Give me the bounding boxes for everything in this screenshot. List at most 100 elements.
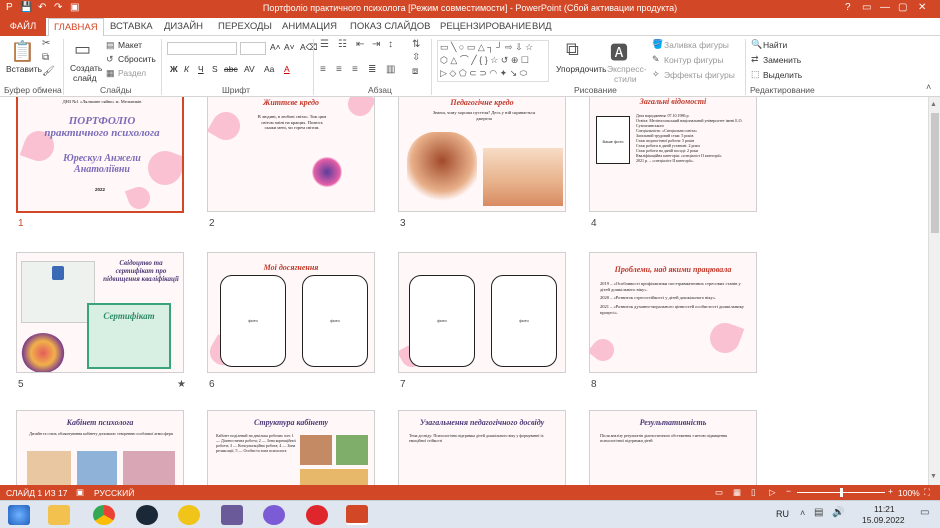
slide-thumbnail[interactable]: Свідоцтво та сертифікат про підвищення к…	[16, 252, 184, 373]
slide-thumbnail[interactable]: Педагогічне кредо Знаєш, чому хороша пус…	[398, 97, 566, 212]
slide-thumbnail[interactable]: Узагальнення педагогічного досвіду Тема …	[398, 410, 566, 485]
slide-thumbnail[interactable]: ДНЗ №1 «Ляльчине сяйво» м. Мельників ПОР…	[16, 97, 184, 213]
bullets-icon[interactable]: ☰	[320, 39, 329, 50]
scroll-up-icon[interactable]: ▲	[930, 101, 937, 108]
grow-font-icon[interactable]: A˄	[270, 42, 281, 52]
find-button[interactable]: Найти	[763, 40, 787, 50]
indent-increase-icon[interactable]: ⇥	[372, 39, 380, 50]
slide-thumbnail[interactable]: Проблеми, над якими працювала 2019 – «Ос…	[589, 252, 757, 373]
shrink-font-icon[interactable]: A˅	[284, 42, 295, 52]
zoom-slider[interactable]	[797, 488, 885, 497]
align-left-icon[interactable]: ≡	[320, 64, 326, 75]
tab-file[interactable]: ФАЙЛ	[0, 18, 46, 36]
font-name-input[interactable]	[167, 42, 237, 55]
tray-up-icon[interactable]: ˄	[800, 508, 805, 518]
cut-icon[interactable]: ✂	[42, 38, 50, 49]
select-button[interactable]: Выделить	[763, 70, 802, 80]
new-slide-button-line2[interactable]: слайд	[73, 73, 97, 83]
align-center-icon[interactable]: ≡	[336, 64, 342, 75]
input-language[interactable]: RU	[776, 509, 789, 519]
start-button-icon[interactable]	[8, 505, 30, 525]
file-explorer-icon[interactable]	[48, 505, 70, 525]
new-slide-icon[interactable]: ▭	[74, 39, 91, 60]
avast-icon[interactable]	[178, 505, 200, 525]
quick-styles-icon[interactable]: 🅰	[610, 39, 628, 65]
sorter-view-icon[interactable]: ▦	[733, 487, 741, 498]
shape-fill-button[interactable]: Заливка фигуры	[664, 40, 729, 50]
network-icon[interactable]: ▤	[814, 507, 823, 518]
slide-thumbnail[interactable]: Кабінет психолога Дизайн та стиль облашт…	[16, 410, 184, 485]
shape-outline-button[interactable]: Контур фигуры	[664, 55, 723, 65]
arrange-icon[interactable]: ⧉	[566, 39, 579, 60]
spelling-icon[interactable]: ▣	[76, 487, 84, 498]
volume-icon[interactable]: 🔊	[832, 507, 844, 518]
section-button[interactable]: Раздел	[118, 68, 146, 78]
slide-thumbnail[interactable]: Життєве кредо В людині, в любові світло.…	[207, 97, 375, 212]
collapse-ribbon-icon[interactable]: ˄	[926, 82, 931, 92]
shapes-gallery[interactable]: ▭ ╲ ○ ▭ △ ┐ ┘ ⇨ ⇩ ☆ ⬡ △ ⌒ ╱ { } ☆ ↺ ⊕ ☐ ▷ …	[437, 40, 549, 82]
clock-date[interactable]: 15.09.2022	[862, 515, 905, 525]
align-text-icon[interactable]: ⇳	[412, 52, 420, 63]
close-icon[interactable]: ✕	[918, 2, 926, 13]
slide-thumbnail[interactable]: Результативність Після аналізу результат…	[589, 410, 757, 485]
ribbon-display-icon[interactable]: ▭	[862, 2, 871, 13]
font-size-input[interactable]	[240, 42, 266, 55]
spacing-button[interactable]: AV	[244, 64, 255, 74]
replace-button[interactable]: Заменить	[763, 55, 801, 65]
powerpoint-taskbar-icon[interactable]	[346, 505, 368, 525]
numbering-icon[interactable]: ☷	[338, 39, 347, 50]
bold-button[interactable]: Ж	[170, 64, 178, 74]
underline-button[interactable]: Ч	[198, 64, 204, 74]
slide-thumbnail[interactable]: Мої досягнення фото фото	[207, 252, 375, 373]
reset-button[interactable]: Сбросить	[118, 54, 156, 64]
vertical-scrollbar[interactable]: ▲ ▼	[928, 97, 940, 485]
notifications-icon[interactable]: ▭	[920, 507, 929, 518]
maximize-icon[interactable]: ▢	[898, 2, 907, 13]
scrollbar-thumb[interactable]	[931, 113, 939, 233]
line-spacing-icon[interactable]: ↕	[388, 39, 393, 50]
shadow-button[interactable]: S	[212, 64, 218, 74]
slideshow-view-icon[interactable]: ▷	[769, 487, 776, 498]
layout-button[interactable]: Макет	[118, 40, 142, 50]
tab-slideshow[interactable]: ПОКАЗ СЛАЙДОВ	[350, 21, 430, 32]
text-direction-icon[interactable]: ⇅	[412, 39, 420, 50]
scroll-down-icon[interactable]: ▼	[930, 473, 937, 480]
columns-icon[interactable]: ▥	[386, 64, 395, 75]
new-slide-button[interactable]: Создать	[70, 63, 102, 73]
smartart-icon[interactable]: ⧈	[412, 66, 418, 77]
format-painter-icon[interactable]: 🖌	[42, 66, 55, 77]
change-case-button[interactable]: Aa	[264, 64, 274, 74]
chrome-icon[interactable]	[93, 505, 115, 525]
zoom-in-icon[interactable]: +	[888, 486, 893, 496]
align-right-icon[interactable]: ≡	[352, 64, 358, 75]
zoom-out-icon[interactable]: −	[786, 486, 791, 496]
fit-slide-icon[interactable]: ⛶	[924, 487, 930, 498]
tab-home[interactable]: ГЛАВНАЯ	[48, 18, 104, 36]
copy-icon[interactable]: ⧉	[42, 52, 49, 63]
slide-thumbnail[interactable]: Загальні відомості Ваше фото Дата народж…	[589, 97, 757, 212]
help-icon[interactable]: ?	[845, 2, 851, 13]
slide-thumbnail[interactable]: фото фото	[398, 252, 566, 373]
minimize-icon[interactable]: —	[880, 2, 890, 13]
slide-thumbnail[interactable]: Структура кабінету Кабінет поділений на …	[207, 410, 375, 485]
steam-icon[interactable]	[136, 505, 158, 525]
indent-decrease-icon[interactable]: ⇤	[356, 39, 364, 50]
strikethrough-button[interactable]: abc	[224, 64, 238, 74]
tab-view[interactable]: ВИД	[532, 21, 552, 32]
clear-format-icon[interactable]: A⌫	[300, 42, 318, 53]
italic-button[interactable]: К	[184, 64, 189, 74]
opera-icon[interactable]	[306, 505, 328, 525]
clock-time[interactable]: 11:21	[874, 504, 895, 514]
justify-icon[interactable]: ≣	[368, 64, 376, 75]
reading-view-icon[interactable]: ▯	[751, 487, 756, 498]
zoom-slider-thumb[interactable]	[840, 488, 843, 497]
paste-button[interactable]: Вставить	[6, 64, 42, 74]
font-color-button[interactable]: A	[284, 64, 290, 74]
tab-insert[interactable]: ВСТАВКА	[110, 21, 153, 32]
shape-effects-button[interactable]: Эффекты фигуры	[664, 70, 735, 80]
language-indicator[interactable]: РУССКИЙ	[94, 488, 134, 498]
tab-animations[interactable]: АНИМАЦИЯ	[282, 21, 337, 32]
zoom-level[interactable]: 100%	[898, 488, 920, 498]
tab-design[interactable]: ДИЗАЙН	[164, 21, 203, 32]
quick-styles-button[interactable]: Экспресс-	[607, 64, 647, 74]
